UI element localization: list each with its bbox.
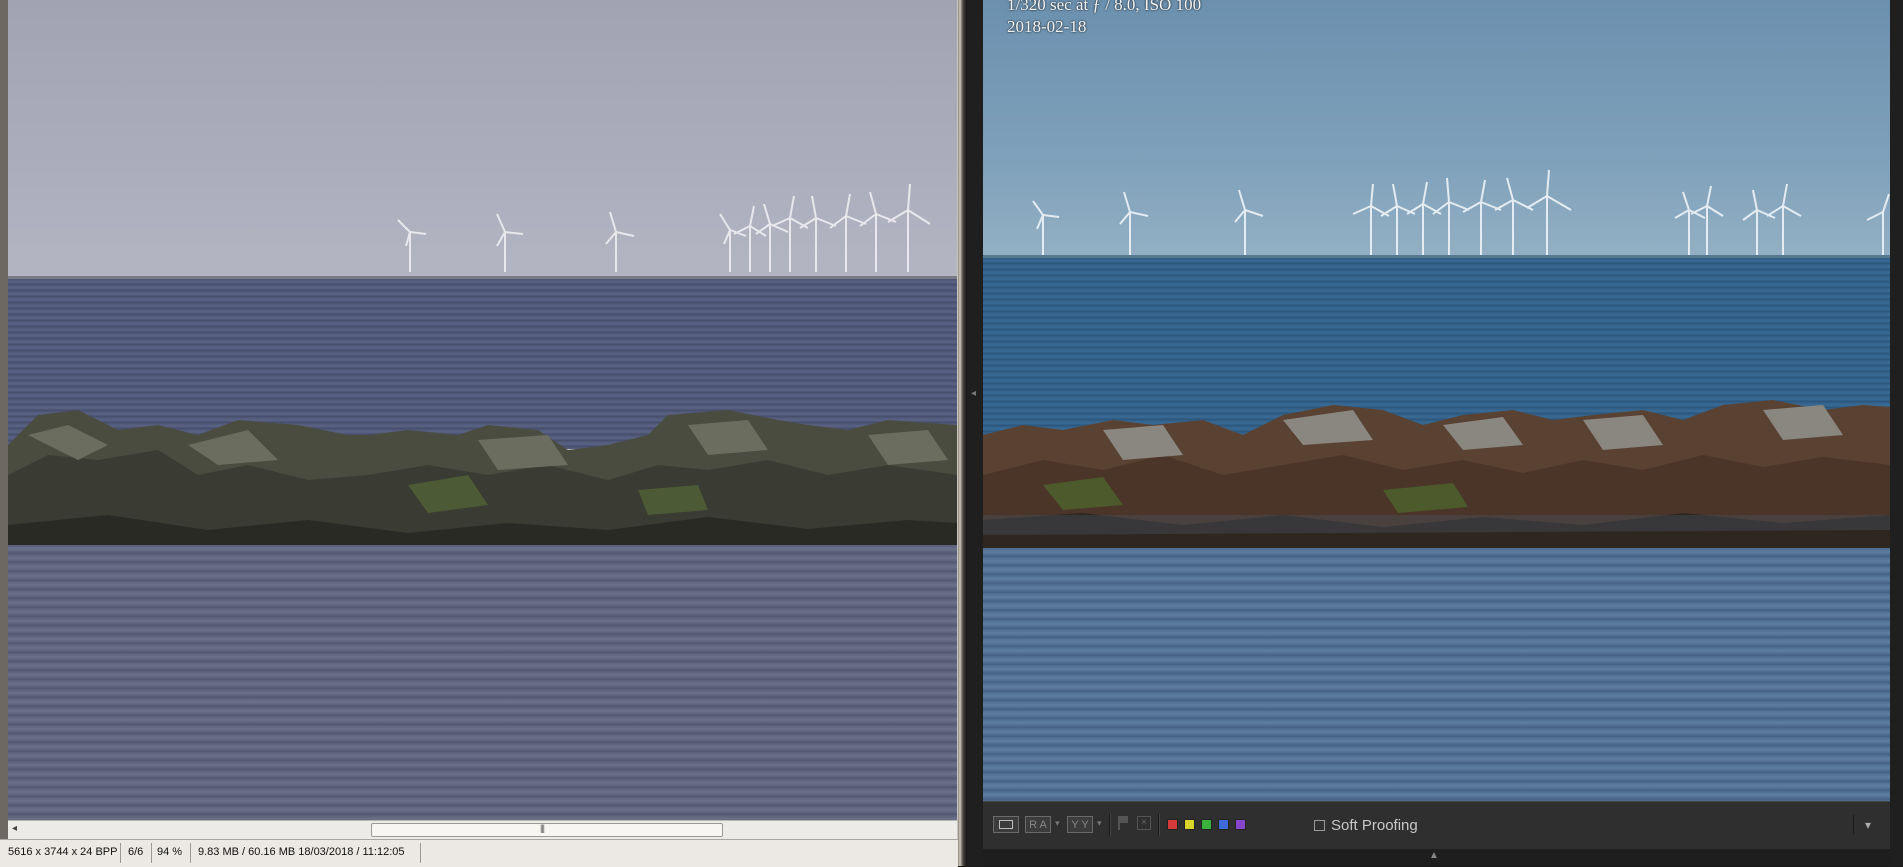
window-frame [0, 0, 8, 866]
status-dimensions: 5616 x 3744 x 24 BPP [8, 846, 118, 858]
right-panel-edge[interactable] [1890, 0, 1903, 866]
toolbar-separator [1109, 814, 1111, 836]
reject-flag-icon[interactable]: × [1137, 816, 1151, 830]
color-label-purple[interactable] [1235, 819, 1246, 830]
filmstrip-bar[interactable]: ▲ [983, 849, 1890, 866]
exposure-info: 1/320 sec at ƒ / 8.0, ISO 100 [1007, 0, 1202, 14]
color-label-blue[interactable] [1218, 819, 1229, 830]
rock-groyne [983, 400, 1890, 565]
scroll-grip-icon: ||| [540, 823, 545, 833]
photo-left [8, 0, 957, 820]
lightroom-window: ◂ 1/320 sec at ƒ / 8.0, ISO 100 2018-02-… [967, 0, 1903, 866]
scroll-left-arrow-icon[interactable]: ◂ [12, 823, 17, 834]
status-divider [420, 843, 421, 863]
loupe-view-button[interactable] [993, 816, 1019, 833]
status-zoom: 94 % [157, 846, 183, 858]
reference-view-button[interactable]: R A [1025, 816, 1051, 833]
capture-date: 2018-02-18 [1007, 17, 1087, 36]
wind-turbines-left [397, 183, 931, 272]
color-label-red[interactable] [1167, 819, 1178, 830]
loupe-icon [999, 820, 1013, 829]
color-label-green[interactable] [1201, 819, 1212, 830]
window-divider [958, 0, 967, 866]
photo-info-overlay: 1/320 sec at ƒ / 8.0, ISO 100 2018-02-18 [1007, 0, 1201, 38]
toolbar-separator [1158, 814, 1160, 836]
chevron-down-icon: ▾ [1864, 818, 1872, 832]
shallow-water [983, 548, 1890, 801]
scrollbar-thumb[interactable]: ||| [371, 823, 723, 837]
left-panel-edge[interactable]: ◂ [967, 0, 983, 866]
status-divider [190, 843, 191, 863]
rock-groyne [8, 410, 957, 565]
expand-panel-icon[interactable]: ◂ [971, 388, 976, 399]
status-divider [151, 843, 152, 863]
compare-view-button[interactable]: Y Y [1067, 816, 1093, 833]
compare-view-menu-icon[interactable]: ▾ [1097, 818, 1102, 829]
reference-view-menu-icon[interactable]: ▾ [1055, 818, 1060, 829]
toolbar-options-button[interactable]: ▾ [1853, 815, 1882, 835]
shallow-water [8, 545, 957, 820]
flag-icon[interactable] [1118, 816, 1130, 830]
status-divider [120, 843, 121, 863]
status-bar: 5616 x 3744 x 24 BPP 6/6 94 % 9.83 MB / … [0, 839, 958, 867]
lightroom-toolbar: R A ▾ Y Y ▾ × Soft Proofing ▾ [983, 801, 1890, 850]
flag-shape [1120, 816, 1128, 823]
photo-right: 1/320 sec at ƒ / 8.0, ISO 100 2018-02-18 [983, 0, 1890, 801]
soft-proofing-checkbox[interactable] [1314, 820, 1325, 831]
status-index: 6/6 [128, 846, 144, 858]
color-label-yellow[interactable] [1184, 819, 1195, 830]
soft-proofing-label: Soft Proofing [1331, 817, 1418, 834]
show-filmstrip-icon[interactable]: ▲ [1429, 850, 1439, 861]
status-file-info: 9.83 MB / 60.16 MB 18/03/2018 / 11:12:05 [198, 846, 405, 858]
image-viewer-window: ◂ ||| 5616 x 3744 x 24 BPP 6/6 94 % 9.83… [0, 0, 958, 867]
horizontal-scrollbar[interactable]: ◂ ||| [8, 820, 957, 839]
